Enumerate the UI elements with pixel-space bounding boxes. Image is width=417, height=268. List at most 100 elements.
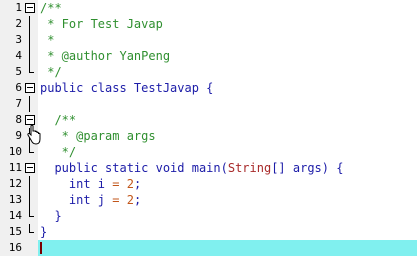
code-token: * @param args xyxy=(40,129,156,143)
fold-guide xyxy=(29,96,30,112)
line-gutter: 11 xyxy=(0,160,38,176)
code-text: int j = 2; xyxy=(40,192,141,208)
code-token: 2 xyxy=(126,193,134,207)
code-line[interactable]: 11 public static void main(String[] args… xyxy=(0,160,417,176)
code-line[interactable]: 6 public class TestJavap { xyxy=(0,80,417,96)
code-line[interactable]: 3 * xyxy=(0,32,417,48)
code-text: * For Test Javap xyxy=(40,16,163,32)
line-gutter: 14 xyxy=(0,208,38,224)
code-line[interactable]: 8 /** xyxy=(0,112,417,128)
fold-collapse-icon[interactable] xyxy=(25,115,35,125)
line-number: 3 xyxy=(15,33,22,46)
code-line[interactable]: 9 * @param args xyxy=(0,128,417,144)
code-token: 2 xyxy=(126,177,134,191)
code-token: String xyxy=(227,161,272,175)
fold-end-guide xyxy=(29,208,34,217)
code-token: j xyxy=(97,193,113,207)
code-token: public class xyxy=(40,81,134,95)
code-token: */ xyxy=(40,65,62,79)
code-line[interactable]: 5 */ xyxy=(0,64,417,80)
line-gutter: 15 xyxy=(0,224,38,240)
hand-pointer-icon xyxy=(27,125,41,145)
line-gutter: 4 xyxy=(0,48,38,64)
code-token: /** xyxy=(40,1,62,15)
line-number: 15 xyxy=(8,225,22,238)
code-text: public class TestJavap { xyxy=(40,80,213,96)
code-token: * For Test Javap xyxy=(40,17,163,31)
line-gutter: 1 xyxy=(0,0,38,16)
line-gutter: 12 xyxy=(0,176,38,192)
code-line[interactable]: 1 /** xyxy=(0,0,417,16)
code-token: ; xyxy=(133,193,142,207)
code-line[interactable]: 12 int i = 2; xyxy=(0,176,417,192)
code-token: main( xyxy=(191,161,228,175)
fold-guide xyxy=(29,192,30,208)
code-token: } xyxy=(40,225,48,239)
line-number: 9 xyxy=(15,129,22,142)
code-text: /** xyxy=(40,112,76,128)
line-gutter: 7 xyxy=(0,96,38,112)
code-line[interactable]: 7 xyxy=(0,96,417,112)
code-token: TestJavap { xyxy=(133,81,214,95)
line-gutter: 2 xyxy=(0,16,38,32)
fold-guide xyxy=(29,176,30,192)
line-number: 5 xyxy=(15,65,22,78)
code-text: * @author YanPeng xyxy=(40,48,170,64)
code-token: * xyxy=(40,33,55,47)
line-number: 2 xyxy=(15,17,22,30)
code-line[interactable]: 15} xyxy=(0,224,417,240)
fold-end-guide xyxy=(29,144,34,153)
code-line[interactable]: 4 * @author YanPeng xyxy=(0,48,417,64)
code-token: int xyxy=(40,177,98,191)
code-token: i xyxy=(97,177,113,191)
line-gutter: 16 xyxy=(0,240,38,256)
code-line[interactable]: 10 */ xyxy=(0,144,417,160)
code-token: int xyxy=(40,193,98,207)
line-gutter: 10 xyxy=(0,144,38,160)
code-token: /** xyxy=(40,113,77,127)
code-token: * @author YanPeng xyxy=(40,49,171,63)
code-editor[interactable]: 1/** 2 * For Test Javap 3 * 4 * @author Yan… xyxy=(0,0,417,268)
code-token: [] args) { xyxy=(271,161,344,175)
fold-collapse-icon[interactable] xyxy=(25,163,35,173)
line-number: 4 xyxy=(15,49,22,62)
code-text: */ xyxy=(40,64,62,80)
code-text: int i = 2; xyxy=(40,176,141,192)
fold-collapse-icon[interactable] xyxy=(25,83,35,93)
line-gutter: 5 xyxy=(0,64,38,80)
line-number: 11 xyxy=(8,161,22,174)
line-gutter: 13 xyxy=(0,192,38,208)
line-number: 13 xyxy=(8,193,22,206)
code-text: * @param args xyxy=(40,128,156,144)
line-number: 1 xyxy=(15,1,22,14)
code-token: ; xyxy=(133,177,142,191)
text-caret xyxy=(40,242,42,254)
code-token: public static void xyxy=(40,161,192,175)
line-gutter: 6 xyxy=(0,80,38,96)
code-lines: 1/** 2 * For Test Javap 3 * 4 * @author Yan… xyxy=(0,0,417,256)
line-number: 14 xyxy=(8,209,22,222)
code-line[interactable]: 16 xyxy=(0,240,417,256)
code-text: /** xyxy=(40,0,62,16)
code-text: * xyxy=(40,32,54,48)
fold-guide xyxy=(29,48,30,64)
code-text: */ xyxy=(40,144,76,160)
fold-collapse-icon[interactable] xyxy=(25,3,35,13)
line-number: 12 xyxy=(8,177,22,190)
fold-guide xyxy=(29,32,30,48)
line-number: 6 xyxy=(15,81,22,94)
fold-end-guide xyxy=(29,64,34,73)
code-line[interactable]: 13 int j = 2; xyxy=(0,192,417,208)
code-token: */ xyxy=(40,145,77,159)
line-number: 16 xyxy=(8,241,22,254)
code-token: } xyxy=(40,209,62,223)
code-line[interactable]: 2 * For Test Javap xyxy=(0,16,417,32)
line-gutter: 3 xyxy=(0,32,38,48)
line-number: 8 xyxy=(15,113,22,126)
line-number: 10 xyxy=(8,145,22,158)
code-text: } xyxy=(40,208,62,224)
code-line[interactable]: 14 } xyxy=(0,208,417,224)
fold-end-guide xyxy=(29,224,34,233)
